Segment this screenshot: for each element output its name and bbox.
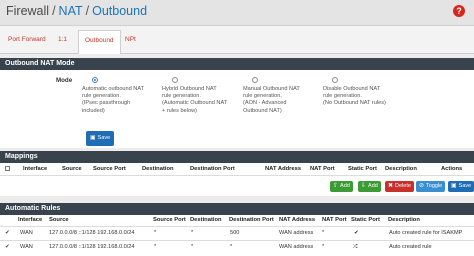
auto-row-source: 127.0.0.0/8 ::1/128 192.168.0.0/24 — [49, 230, 135, 236]
mode-automatic-radio[interactable] — [92, 77, 98, 83]
divider — [0, 175, 474, 176]
automatic-rules-panel: Interface Source Source Port Destination… — [0, 215, 474, 256]
auto-row-destination: * — [191, 230, 194, 236]
auto-row-source-port: * — [154, 244, 157, 250]
mappings-col-nat-port: NAT Port — [310, 166, 335, 172]
add-bottom-label: Add — [368, 183, 378, 189]
auto-row-interface: WAN — [20, 244, 33, 250]
auto-row-source-port: * — [154, 230, 157, 236]
mappings-col-source-port: Source Port — [93, 166, 126, 172]
divider — [0, 226, 474, 227]
mode-manual-radio[interactable] — [252, 77, 258, 83]
auto-col-destination-port: Destination Port — [229, 217, 274, 223]
mappings-col-interface: Interface — [23, 166, 48, 172]
help-icon[interactable]: ? — [453, 5, 465, 17]
mappings-col-destination: Destination — [142, 166, 174, 172]
mode-disable-text: Disable Outbound NAT rule generation. (N… — [323, 86, 386, 107]
breadcrumb: Firewall / NAT / Outbound — [6, 4, 147, 18]
auto-row-nat-port: * — [322, 230, 325, 236]
add-bottom-button[interactable]: ⇩ Add — [358, 181, 381, 192]
mappings-col-source: Source — [62, 166, 82, 172]
auto-col-source-port: Source Port — [153, 217, 186, 223]
divider — [0, 240, 474, 241]
mode-automatic-text: Automatic outbound NAT rule generation. … — [82, 86, 145, 114]
top-bar: Firewall / NAT / Outbound ? — [0, 0, 474, 26]
breadcrumb-separator: / — [85, 4, 90, 18]
ban-icon: ⊘ — [419, 183, 425, 189]
tab-outbound[interactable]: Outbound — [78, 30, 121, 54]
toggle-button[interactable]: ⊘ Toggle — [416, 181, 446, 192]
delete-label: Delete — [395, 183, 411, 189]
row-status-check-icon: ✔ — [5, 230, 10, 236]
mappings-col-static-port: Static Port — [348, 166, 377, 172]
mode-save-label: Save — [97, 135, 111, 141]
auto-row-nat-address: WAN address — [279, 244, 314, 250]
auto-row-interface: WAN — [20, 230, 33, 236]
breadcrumb-separator: / — [52, 4, 56, 18]
row-status-check-icon: ✔ — [5, 244, 10, 250]
automatic-rules-header: Automatic Rules — [0, 203, 474, 215]
breadcrumb-outbound-link[interactable]: Outbound — [92, 4, 147, 18]
mode-hybrid-text: Hybrid Outbound NAT rule generation. (Au… — [162, 86, 228, 114]
auto-row-source: 127.0.0.0/8 ::1/128 192.168.0.0/24 — [49, 244, 135, 250]
save-icon: ▣ — [90, 135, 96, 141]
mappings-save-button[interactable]: ▣ Save — [448, 181, 474, 192]
mode-manual-text: Manual Outbound NAT rule generation. (AO… — [243, 86, 300, 114]
mappings-col-description: Description — [385, 166, 417, 172]
breadcrumb-firewall: Firewall — [6, 4, 50, 18]
tab-one-to-one[interactable]: 1:1 — [58, 36, 67, 43]
static-port-shuffle-icon: ⤮ — [353, 244, 358, 250]
auto-col-nat-port: NAT Port — [322, 217, 347, 223]
toggle-label: Toggle — [426, 183, 443, 189]
auto-col-nat-address: NAT Address — [279, 217, 316, 223]
tab-npt[interactable]: NPt — [125, 36, 136, 43]
auto-col-destination: Destination — [190, 217, 222, 223]
mappings-select-all-checkbox[interactable] — [5, 166, 10, 171]
delete-button[interactable]: ✖ Delete — [385, 181, 414, 192]
arrow-down-icon: ⇩ — [361, 183, 367, 189]
mappings-col-destination-port: Destination Port — [190, 166, 235, 172]
add-top-label: Add — [340, 183, 350, 189]
auto-row-destination: * — [191, 244, 194, 250]
mappings-save-label: Save — [458, 183, 472, 189]
auto-row-description: Auto created rule for ISAKMP — [389, 230, 463, 236]
auto-row-nat-address: WAN address — [279, 230, 314, 236]
outbound-nat-mode-panel: Mode Automatic outbound NAT rule generat… — [0, 70, 474, 148]
add-top-button[interactable]: ⇧ Add — [330, 181, 353, 192]
mode-disable-radio[interactable] — [332, 77, 338, 83]
mappings-col-nat-address: NAT Address — [265, 166, 302, 172]
auto-col-static-port: Static Port — [351, 217, 380, 223]
mappings-panel: Interface Source Source Port Destination… — [0, 163, 474, 196]
mode-hybrid-radio[interactable] — [172, 77, 178, 83]
mappings-header: Mappings — [0, 151, 474, 163]
static-port-check-icon: ✔ — [354, 230, 359, 236]
auto-row-destination-port: * — [230, 244, 233, 250]
auto-row-destination-port: 500 — [230, 230, 240, 236]
trash-icon: ✖ — [388, 183, 394, 189]
mappings-col-actions: Actions — [441, 166, 463, 172]
auto-col-source: Source — [49, 217, 69, 223]
auto-row-description: Auto created rule — [389, 244, 432, 250]
tab-port-forward[interactable]: Port Forward — [8, 36, 46, 43]
auto-row-nat-port: * — [322, 244, 325, 250]
save-icon: ▣ — [451, 183, 457, 189]
breadcrumb-nat-link[interactable]: NAT — [59, 4, 83, 18]
arrow-up-icon: ⇧ — [333, 183, 339, 189]
mode-save-button[interactable]: ▣ Save — [86, 131, 115, 146]
auto-col-description: Description — [388, 217, 420, 223]
outbound-nat-mode-header: Outbound NAT Mode — [0, 58, 474, 70]
auto-col-interface: Interface — [18, 217, 43, 223]
tab-bar: Port Forward 1:1 Outbound NPt — [0, 26, 474, 54]
mode-label: Mode — [56, 77, 73, 84]
